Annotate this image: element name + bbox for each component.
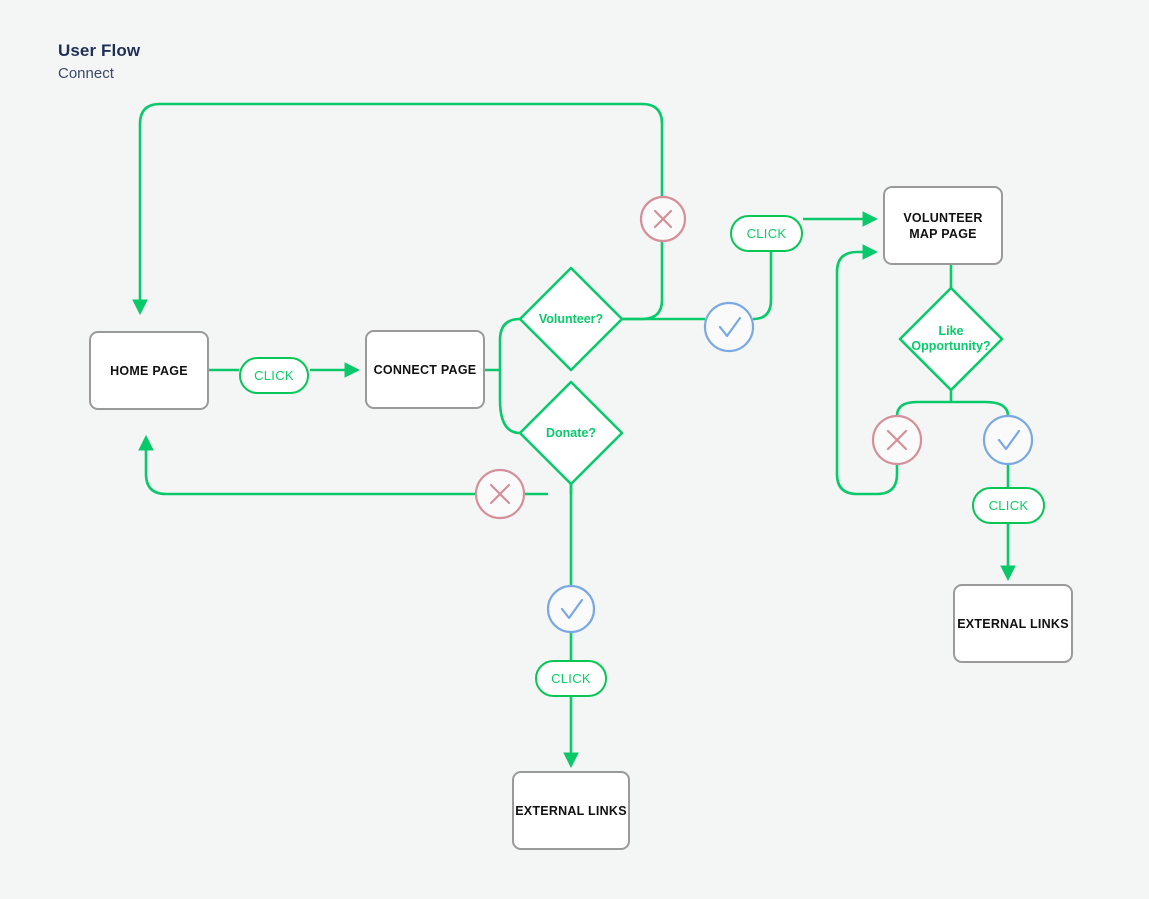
- flow-diagram-canvas: [0, 102, 1034, 769]
- node-external-links-mid-label: EXTERNAL LINKS: [515, 803, 627, 818]
- click-to-external-links-right[interactable]: CLICK: [972, 487, 1045, 524]
- node-external-links-right[interactable]: EXTERNAL LINKS: [953, 584, 1073, 663]
- accept-volunteer-marker: [703, 301, 755, 353]
- node-volunteer-map-page[interactable]: VOLUNTEER MAP PAGE: [883, 186, 1003, 265]
- node-connect-page[interactable]: CONNECT PAGE: [365, 330, 485, 409]
- node-home-page-label: HOME PAGE: [110, 363, 188, 378]
- node-external-links-mid[interactable]: EXTERNAL LINKS: [512, 771, 630, 850]
- edge-accept-to-click-map: [752, 252, 773, 321]
- node-connect-page-label: CONNECT PAGE: [373, 362, 477, 377]
- decision-like-opportunity-shape: [898, 286, 1004, 392]
- edge-connect-split: [485, 340, 502, 400]
- accept-opportunity-marker: [982, 414, 1034, 466]
- accept-donate-marker: [546, 584, 596, 634]
- click-label: CLICK: [254, 368, 294, 383]
- reject-opportunity-marker: [871, 414, 923, 466]
- edge-connect-to-donate: [498, 399, 521, 435]
- reject-volunteer-marker: [639, 195, 687, 243]
- click-label: CLICK: [988, 498, 1029, 513]
- click-label: CLICK: [746, 226, 787, 241]
- node-volunteer-map-page-label-line1: VOLUNTEER: [903, 210, 983, 225]
- reject-donate-marker: [474, 468, 526, 520]
- edge-connect-to-volunteer: [498, 317, 521, 341]
- click-to-external-links-mid[interactable]: CLICK: [535, 660, 607, 697]
- decision-volunteer-shape: [518, 266, 624, 372]
- node-external-links-right-label: EXTERNAL LINKS: [957, 616, 1069, 631]
- click-label: CLICK: [551, 671, 591, 686]
- node-home-page[interactable]: HOME PAGE: [89, 331, 209, 410]
- decision-donate-shape: [518, 380, 624, 486]
- node-volunteer-map-page-label-line2: MAP PAGE: [909, 226, 977, 241]
- reject-markers: [474, 195, 923, 520]
- click-home-to-connect[interactable]: CLICK: [239, 357, 309, 394]
- click-to-volunteer-map[interactable]: CLICK: [730, 215, 803, 252]
- edge-opportunity-split: [895, 390, 1010, 417]
